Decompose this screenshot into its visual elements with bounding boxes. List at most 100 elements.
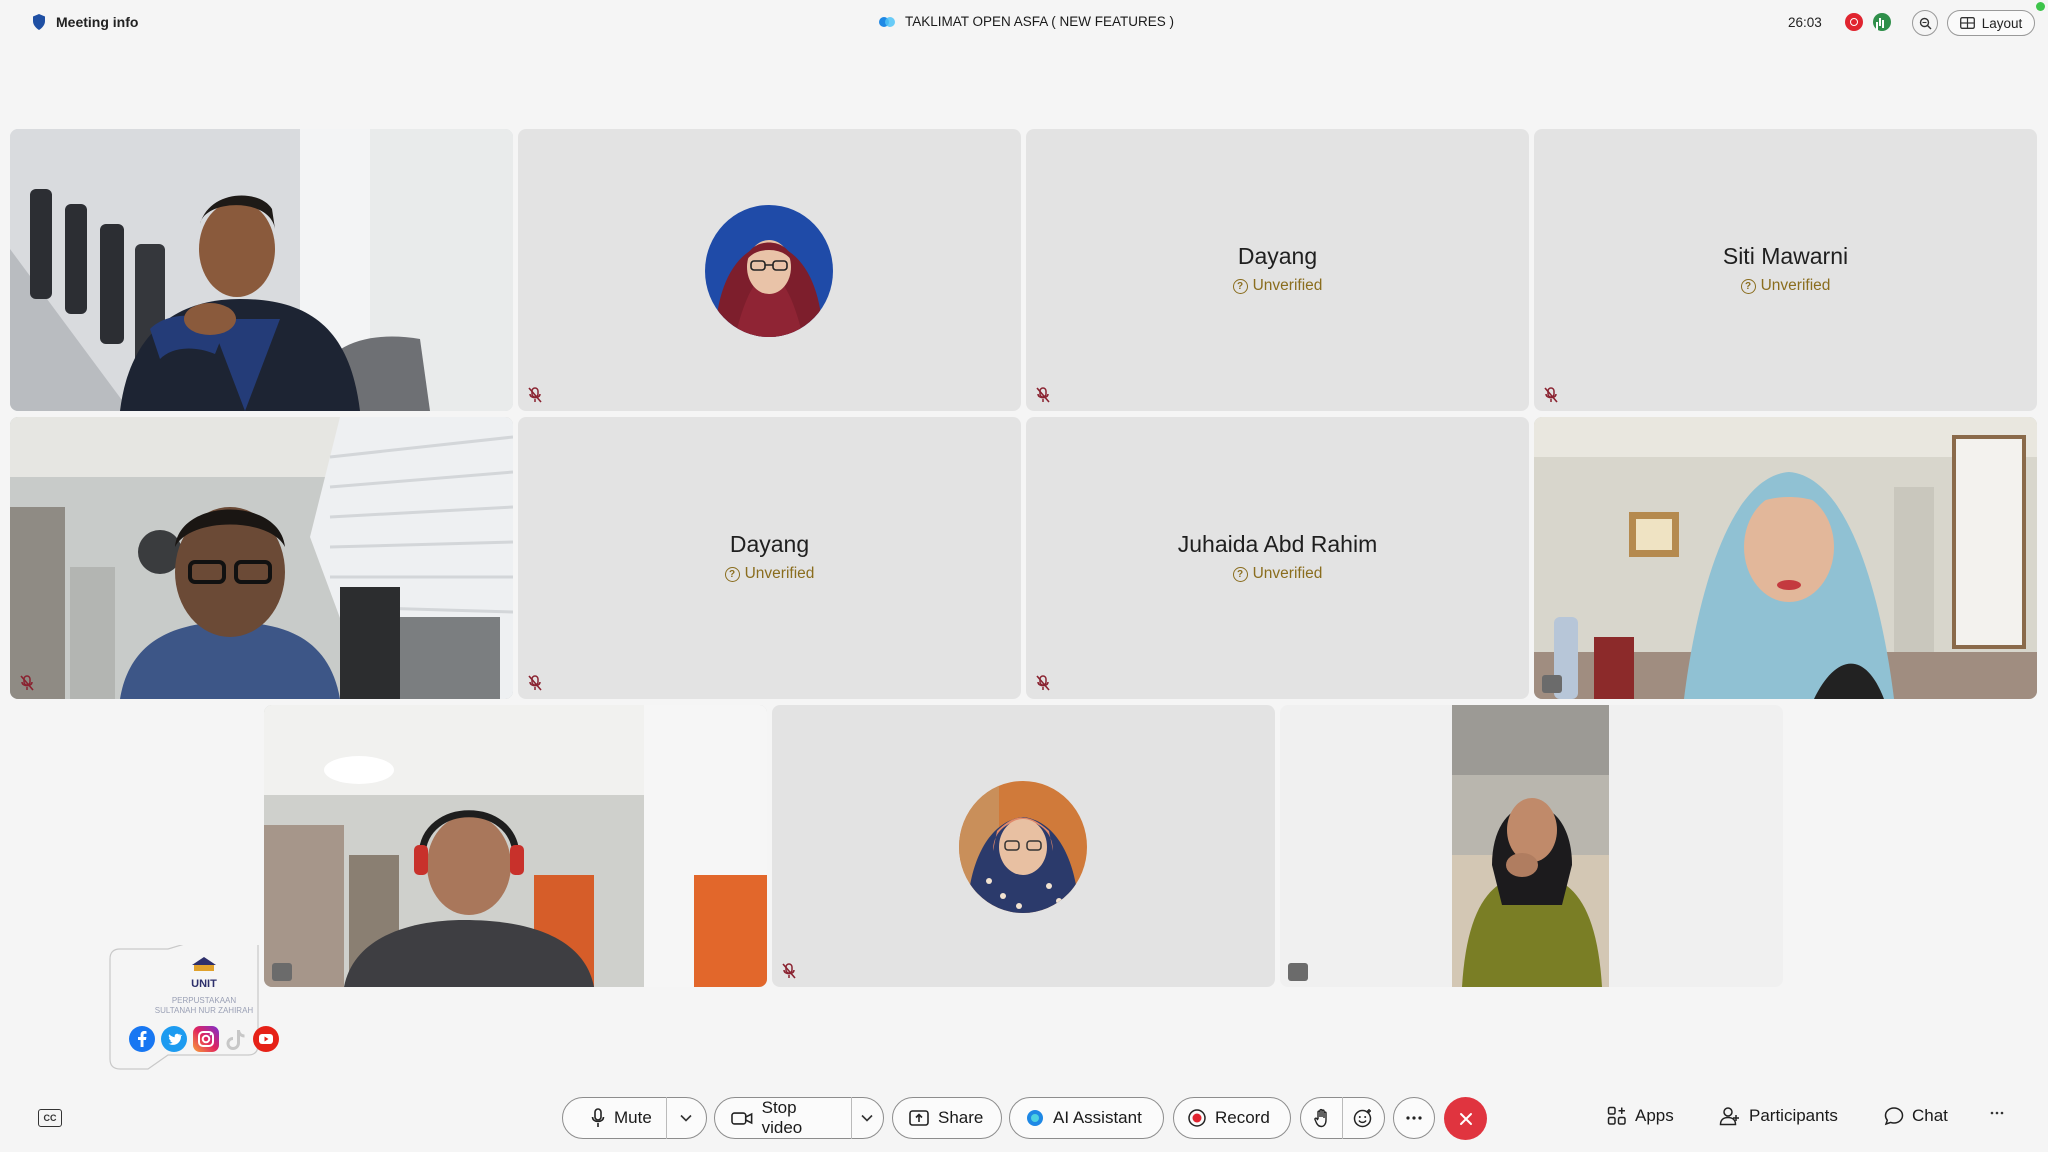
- participant-name: Dayang: [1237, 243, 1318, 269]
- more-options-button[interactable]: [1393, 1097, 1435, 1139]
- record-button-content: Record: [1174, 1108, 1284, 1128]
- mute-control: Mute: [562, 1097, 707, 1139]
- logo-line1: PERPUSTAKAAN: [172, 996, 237, 1005]
- share-screen-icon: [909, 1110, 929, 1126]
- logo-unit-text: UNIT: [191, 978, 217, 990]
- participant-video-feed: [1452, 705, 1609, 987]
- unverified-label: Unverified: [1252, 565, 1323, 582]
- unverified-label: Unverified: [744, 565, 815, 582]
- unverified-label: Unverified: [1760, 277, 1831, 294]
- top-bar: Meeting info TAKLIMAT OPEN ASFA ( NEW FE…: [0, 0, 2048, 48]
- participant-name: Juhaida Abd Rahim: [1177, 531, 1378, 557]
- raise-hand-button[interactable]: [1301, 1108, 1342, 1128]
- ai-assistant-content: AI Assistant: [1010, 1108, 1156, 1128]
- participant-name-tile[interactable]: Dayang ? Unverified: [518, 417, 1021, 699]
- participant-name-tile[interactable]: Siti Mawarni ? Unverified: [1534, 129, 2037, 411]
- participants-button[interactable]: Participants: [1719, 1106, 1838, 1126]
- meeting-info-label: Meeting info: [56, 14, 139, 30]
- mute-button[interactable]: Mute: [563, 1108, 666, 1128]
- tiktok-icon: [226, 1030, 245, 1050]
- record-icon: [1188, 1109, 1206, 1127]
- share-button-content: Share: [893, 1108, 997, 1128]
- closed-captions-button[interactable]: CC: [38, 1109, 62, 1127]
- apps-grid-icon: [1607, 1106, 1626, 1125]
- apps-button[interactable]: Apps: [1607, 1106, 1674, 1126]
- youtube-icon: [253, 1026, 279, 1052]
- participant-avatar-tile[interactable]: [772, 705, 1275, 987]
- chat-bubble-icon: [1884, 1107, 1904, 1126]
- shield-icon: [33, 14, 45, 30]
- question-circle-icon: ?: [1232, 278, 1248, 294]
- muted-mic-icon: [1036, 387, 1050, 403]
- stop-video-label: Stop video: [761, 1098, 803, 1137]
- hand-reaction-group: [1300, 1097, 1385, 1139]
- stop-video-button[interactable]: Stop video: [715, 1098, 851, 1138]
- participants-label: Participants: [1749, 1106, 1838, 1125]
- facebook-icon: [129, 1026, 155, 1052]
- chevron-down-icon: [861, 1114, 873, 1122]
- library-logo-watermark: UNIT PERPUSTAKAAN SULTANAH NUR ZAHIRAH: [108, 942, 279, 1073]
- meeting-info-button[interactable]: Meeting info: [32, 14, 138, 30]
- record-label: Record: [1215, 1108, 1270, 1127]
- instagram-icon: [193, 1026, 219, 1052]
- mute-options-button[interactable]: [667, 1114, 706, 1122]
- close-icon: [1459, 1112, 1472, 1125]
- muted-mic-icon: [782, 963, 796, 979]
- toolbar-overflow-button[interactable]: [1990, 1111, 2004, 1115]
- participant-name-tile[interactable]: Juhaida Abd Rahim ? Unverified: [1026, 417, 1529, 699]
- cc-icon: CC: [43, 1113, 57, 1123]
- ellipsis-icon: [1406, 1116, 1422, 1120]
- participant-name: Dayang: [729, 531, 810, 557]
- twitter-icon: [161, 1026, 187, 1052]
- muted-mic-icon: [20, 675, 34, 691]
- unverified-badge: ? Unverified: [1534, 277, 2037, 295]
- muted-mic-icon: [528, 675, 542, 691]
- apps-label: Apps: [1635, 1106, 1674, 1125]
- participant-avatar: [705, 205, 833, 337]
- microphone-icon: [591, 1108, 605, 1127]
- unverified-badge: ? Unverified: [1026, 277, 1529, 295]
- participant-video-tile[interactable]: [10, 417, 513, 699]
- muted-mic-icon: [1544, 387, 1558, 403]
- record-button[interactable]: Record: [1173, 1097, 1291, 1139]
- zoom-button[interactable]: [1912, 10, 1938, 36]
- recording-indicator-icon[interactable]: [1845, 13, 1863, 31]
- share-label: Share: [938, 1108, 984, 1127]
- video-camera-icon: [731, 1111, 753, 1125]
- network-health-icon[interactable]: [1873, 13, 1891, 31]
- smiley-add-icon: [1354, 1109, 1372, 1128]
- mute-label: Mute: [614, 1108, 652, 1127]
- share-button[interactable]: Share: [892, 1097, 1002, 1139]
- participants-icon: [1719, 1107, 1739, 1126]
- ellipsis-icon: [1990, 1111, 2004, 1115]
- participant-name-tile[interactable]: Dayang ? Unverified: [1026, 129, 1529, 411]
- participant-video-tile[interactable]: [1280, 705, 1783, 987]
- chat-button[interactable]: Chat: [1884, 1106, 1948, 1126]
- participant-video-feed: [1534, 417, 2037, 699]
- end-call-button[interactable]: [1444, 1097, 1487, 1140]
- participant-name: Siti Mawarni: [1722, 243, 1849, 269]
- magnifier-icon: [1919, 17, 1931, 29]
- unverified-badge: ? Unverified: [518, 565, 1021, 583]
- participant-avatar-tile[interactable]: [518, 129, 1021, 411]
- meeting-title-text: TAKLIMAT OPEN ASFA ( NEW FEATURES ): [905, 14, 1175, 29]
- webex-logo-icon: [879, 16, 895, 27]
- ai-assistant-button[interactable]: AI Assistant: [1009, 1097, 1164, 1139]
- video-control: Stop video: [714, 1097, 884, 1139]
- participant-video-tile[interactable]: [10, 129, 513, 411]
- layout-button[interactable]: Layout: [1947, 10, 2035, 36]
- meeting-timer: 26:03: [1788, 15, 1822, 30]
- participant-avatar: [959, 781, 1087, 913]
- grid-layout-icon: [1959, 17, 1975, 29]
- participant-video-tile[interactable]: [264, 705, 767, 987]
- unverified-label: Unverified: [1252, 277, 1323, 294]
- question-circle-icon: ?: [1232, 566, 1248, 582]
- participant-video-feed: [10, 417, 513, 699]
- raise-hand-icon: [1313, 1108, 1327, 1128]
- participant-video-feed: [10, 129, 513, 411]
- question-circle-icon: ?: [724, 566, 740, 582]
- muted-mic-icon: [1542, 675, 1562, 693]
- reactions-button[interactable]: [1343, 1108, 1384, 1128]
- video-options-button[interactable]: [852, 1114, 883, 1122]
- participant-video-tile[interactable]: [1534, 417, 2037, 699]
